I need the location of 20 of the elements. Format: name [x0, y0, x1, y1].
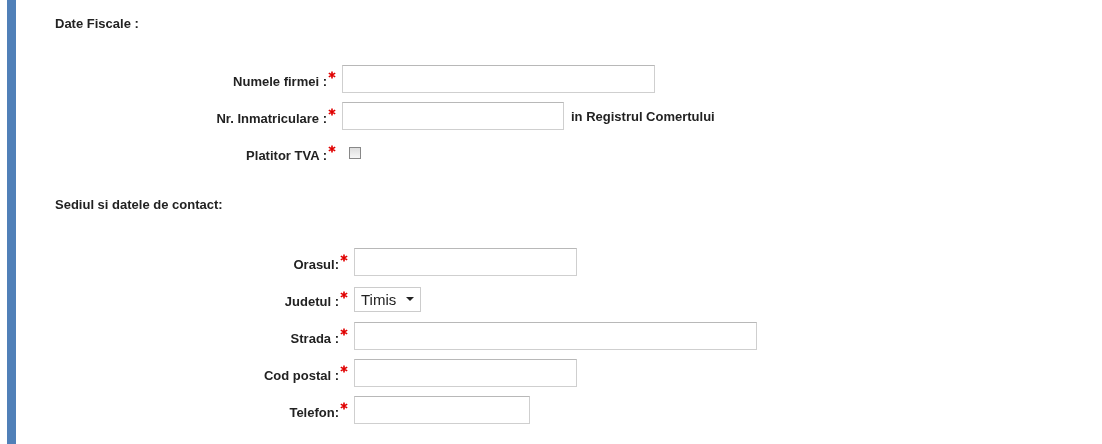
field-label: Orasul: [293, 255, 339, 272]
input-field[interactable] [342, 102, 564, 130]
input-field[interactable] [354, 248, 577, 276]
field-label: Platitor TVA : [246, 146, 327, 163]
field-label: Telefon: [289, 403, 339, 420]
input-field[interactable] [354, 359, 577, 387]
field-label: Nr. Inmatriculare : [216, 109, 327, 126]
field-hint: in Registrul Comertului [571, 108, 715, 124]
field-label: Judetul : [284, 292, 339, 309]
caret-icon [406, 297, 415, 301]
field-label: Numele firmei : [233, 72, 327, 89]
input-field[interactable] [342, 65, 655, 93]
section-heading: Sediul si datele de contact: [55, 196, 224, 214]
input-field[interactable] [354, 322, 757, 350]
section-heading: Date Fiscale : [55, 15, 140, 33]
dropdown[interactable]: Timis [354, 286, 422, 312]
input-field[interactable] [354, 396, 530, 424]
field-label: Cod postal : [263, 366, 339, 383]
field-label: Strada : [290, 329, 339, 346]
checkbox[interactable] [349, 147, 361, 159]
